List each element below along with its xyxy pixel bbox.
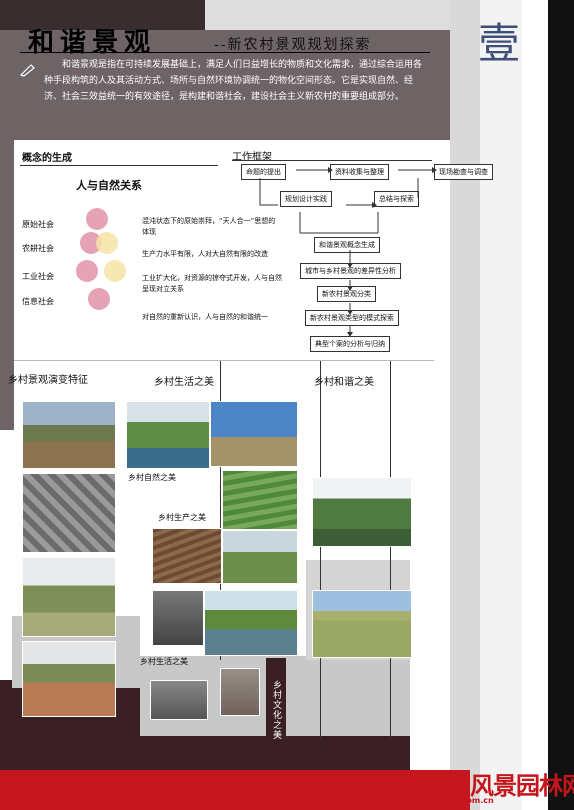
harmony-village-photo xyxy=(312,477,412,547)
wheat-field-photo xyxy=(312,590,412,658)
stage-label: 原始社会 xyxy=(22,220,54,229)
divider-line xyxy=(14,360,434,361)
field-rows-photo xyxy=(222,470,298,530)
stage-circle xyxy=(88,288,110,310)
right-white-column xyxy=(480,0,522,810)
harmony-heading: 乡村和谐之美 xyxy=(314,377,374,388)
reeds-photo xyxy=(210,401,298,467)
life-heading: 乡村生活之美 xyxy=(154,377,214,388)
old-street-photo xyxy=(150,680,208,720)
evolution-heading: 乡村景观演变特征 xyxy=(8,375,88,386)
stage-circle xyxy=(104,260,126,282)
divider-line xyxy=(390,360,391,740)
stage-circle xyxy=(86,208,108,230)
concept-underline xyxy=(20,165,218,166)
divider-line xyxy=(320,360,321,740)
stage-label: 信息社会 xyxy=(22,297,54,306)
aerial-village-photo xyxy=(22,473,116,553)
chapter-number: 壹 xyxy=(478,19,521,68)
village-photo xyxy=(22,401,116,469)
right-black-column xyxy=(548,0,574,810)
flow-connectors xyxy=(259,167,437,337)
canal-photo xyxy=(204,590,298,656)
farmer-photo xyxy=(222,530,298,584)
page-subtitle: --新农村景观规划探索 xyxy=(214,37,372,53)
intro-text: 和谐景观是指在可持续发展基础上，满足人们日益增长的物质和文化需求，通过综合运用各… xyxy=(44,60,423,102)
left-grey-strip xyxy=(0,140,14,430)
stage-label: 农耕社会 xyxy=(22,244,54,253)
stone-mill-photo xyxy=(152,590,204,646)
concept-heading: 概念的生成 xyxy=(22,153,72,164)
top-grey-band xyxy=(205,0,450,30)
stage-label: 工业社会 xyxy=(22,272,54,281)
doorway-photo xyxy=(220,668,260,716)
pen-icon xyxy=(19,62,36,77)
nature-label: 乡村自然之美 xyxy=(128,473,176,482)
bottom-red-band xyxy=(0,770,470,810)
pond-photo xyxy=(126,401,210,469)
title-underline xyxy=(20,52,430,53)
brand-url: chla.com.cn xyxy=(440,796,494,805)
living-label: 乡村生活之美 xyxy=(140,657,188,666)
plowed-field-photo xyxy=(152,528,222,584)
relation-heading: 人与自然关系 xyxy=(76,179,142,192)
production-label: 乡村生产之美 xyxy=(158,513,206,522)
culture-label: 乡村文化之美 xyxy=(271,680,281,740)
stage-circle xyxy=(76,260,98,282)
farmland-photo xyxy=(22,557,116,637)
page-title: 和谐景观 xyxy=(28,28,157,58)
stage-circle xyxy=(96,232,118,254)
construction-photo xyxy=(22,641,116,717)
